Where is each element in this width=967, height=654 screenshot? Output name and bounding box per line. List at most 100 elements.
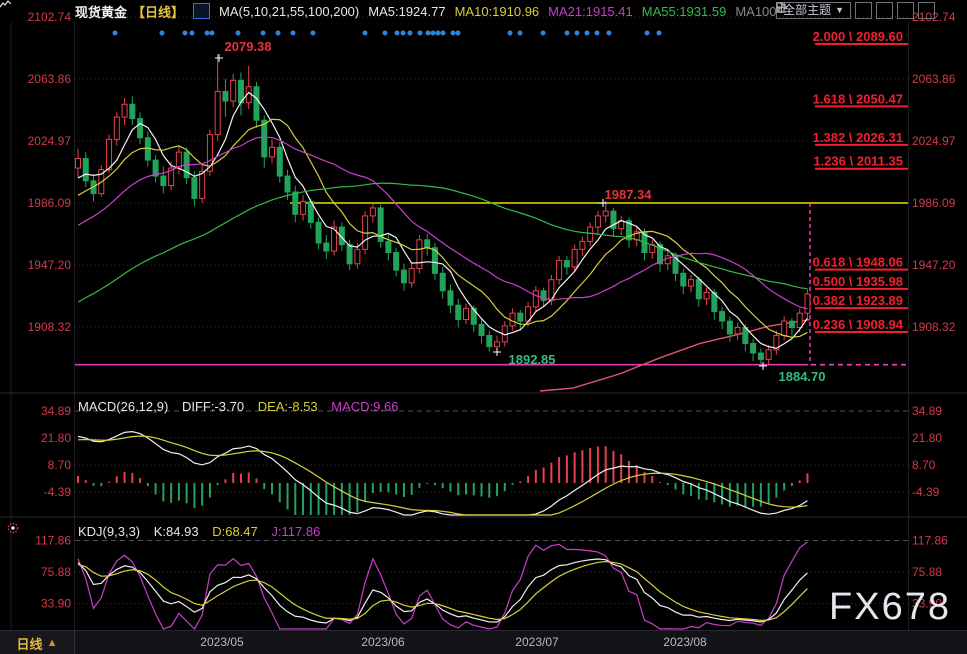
candle-body (114, 117, 119, 139)
candle (324, 235, 329, 259)
detach-window-icon[interactable] (918, 2, 935, 19)
axis-tick-label: 33.90 (41, 597, 71, 611)
axis-tick-label: 21.80 (41, 431, 71, 445)
candle-body (324, 243, 329, 251)
axis-tick-label: -4.39 (44, 485, 72, 499)
kdj-j-value: J:117.86 (271, 524, 320, 539)
candle-body (231, 80, 236, 101)
candle-body (665, 256, 670, 264)
event-markers (113, 31, 662, 36)
x-axis-month-label: 2023/07 (502, 635, 572, 649)
event-dot (575, 31, 580, 36)
period-label: 【日线】 (132, 2, 184, 21)
axis-tick-label: 1986.09 (28, 196, 72, 210)
candle-body (200, 171, 205, 198)
candle (122, 98, 127, 125)
candle-body (440, 273, 445, 291)
fib-label: 1.618 \ 2050.47 (813, 91, 903, 106)
candle-body (572, 249, 577, 267)
candle-body (758, 353, 763, 359)
candle (681, 269, 686, 295)
event-dot (436, 31, 441, 36)
macd-title: MACD(26,12,9) (78, 399, 168, 414)
candle (774, 331, 779, 355)
macd-value: MACD:9.66 (331, 399, 398, 414)
crosshair-move-icon[interactable] (855, 2, 872, 19)
candle (176, 146, 181, 175)
candle-body (479, 324, 484, 335)
candle-body (751, 343, 756, 353)
candle (277, 143, 282, 183)
kdj-panel-header: KDJ(9,3,3) K:84.93 D:68.47 J:117.86 (78, 524, 330, 539)
candle (487, 331, 492, 352)
event-dot (541, 31, 546, 36)
candle (603, 201, 608, 222)
chart-header: 现货黄金 【日线】 MA(5,10,21,55,100,200) MA5:192… (0, 0, 967, 22)
candle-body (370, 208, 375, 216)
candle-body (782, 321, 787, 335)
candle (751, 339, 756, 361)
fib-label: 0.382 \ 1923.89 (813, 293, 903, 308)
candle-body (270, 147, 275, 157)
candle-body (487, 335, 492, 346)
candle (510, 308, 515, 330)
axis-tick-label: 1908.32 (28, 320, 72, 334)
candle (270, 139, 275, 163)
candle-body (456, 305, 461, 319)
event-dot (607, 31, 612, 36)
event-dot (657, 31, 662, 36)
candle (223, 79, 228, 117)
ma5-line (78, 92, 807, 348)
axis-tick-label: 2063.86 (28, 72, 72, 86)
candle-body (464, 308, 469, 319)
event-dot (395, 31, 400, 36)
candle-body (223, 92, 228, 102)
axis-tick-label: 2024.97 (28, 134, 72, 148)
event-dot (585, 31, 590, 36)
header-toolbar: 全部主题 ▼ (776, 2, 935, 19)
ma55-value: MA55:1931.59 (642, 4, 727, 19)
fib-label: 1.382 \ 2026.31 (813, 130, 903, 145)
candle (766, 345, 771, 364)
candle (727, 316, 732, 342)
candle-body (262, 120, 267, 157)
price-annotation: 1884.70 (779, 369, 826, 384)
candle (130, 96, 135, 125)
candle (308, 198, 313, 228)
kdj-d-value: D:68.47 (212, 524, 258, 539)
candle (370, 203, 375, 222)
event-dot (183, 31, 188, 36)
trend-scale-icon[interactable] (897, 2, 914, 19)
candle (394, 248, 399, 277)
ma5-value: MA5:1924.77 (368, 4, 445, 19)
candle (704, 288, 709, 306)
period-selector-label: 日线 (17, 634, 43, 653)
trading-chart-window: 2102.742102.742063.862063.862024.972024.… (0, 0, 967, 654)
theme-dropdown[interactable]: 全部主题 ▼ (776, 2, 851, 19)
ma10-value: MA10:1910.96 (455, 4, 540, 19)
candle-body (347, 245, 352, 264)
candle (588, 222, 593, 246)
candle-body (417, 240, 422, 269)
candle-body (386, 241, 391, 252)
bar-scale-icon[interactable] (876, 2, 893, 19)
candle-body (720, 312, 725, 322)
candle (564, 256, 569, 275)
candle-body (355, 249, 360, 263)
candle-body (603, 211, 608, 216)
period-selector[interactable]: 日线 ▲ (0, 631, 75, 654)
event-dot (401, 31, 406, 36)
candle (301, 195, 306, 221)
event-dot (383, 31, 388, 36)
candlestick-chart-icon[interactable] (193, 3, 210, 19)
candle-body (766, 350, 771, 360)
fib-label: 0.236 \ 1908.94 (813, 317, 904, 332)
axis-tick-label: 8.70 (912, 458, 936, 472)
candle (401, 264, 406, 291)
candle-body (394, 253, 399, 271)
candle (611, 208, 616, 237)
candle-body (192, 178, 197, 199)
candle-body (448, 291, 453, 305)
axis-tick-label: 1908.32 (912, 320, 956, 334)
event-dot (645, 31, 650, 36)
